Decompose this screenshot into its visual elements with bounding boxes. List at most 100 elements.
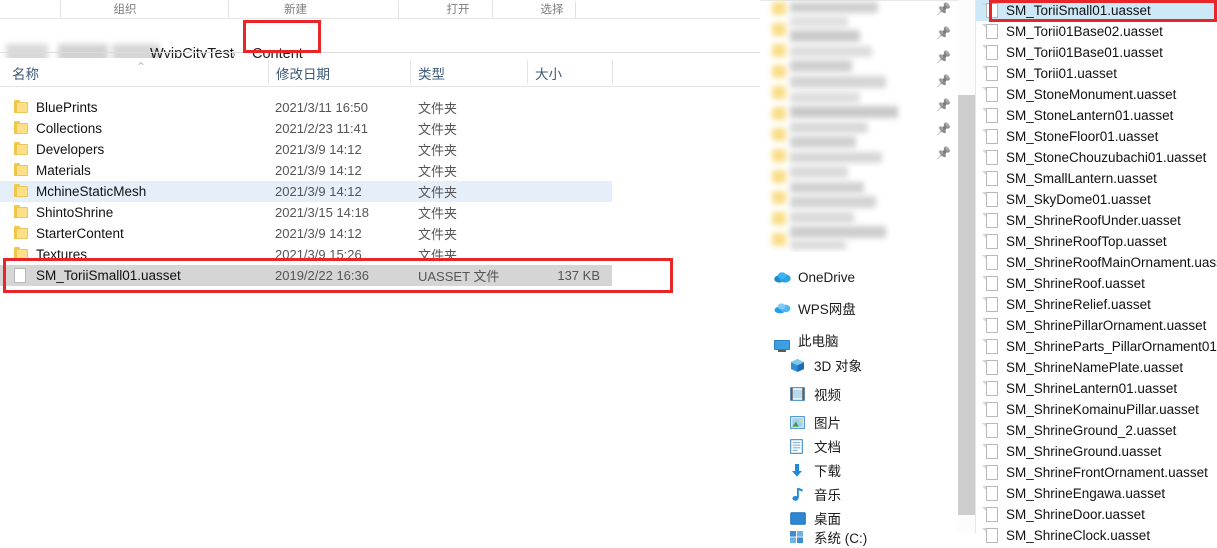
navigation-pane[interactable]: 📌 📌 📌 📌 📌 📌 📌 OneDrive WPS网盘 此电脑 3D 对象 视频 图片 文档 下载 音乐桌… (760, 0, 958, 546)
pin-icon[interactable]: 📌 (936, 50, 951, 64)
pin-icon[interactable]: 📌 (936, 2, 951, 16)
file-date: 2019/2/22 16:36 (275, 268, 369, 283)
folder-icon (14, 226, 29, 240)
pin-icon[interactable]: 📌 (936, 122, 951, 136)
list-item[interactable]: SM_Torii01.uasset (976, 63, 1217, 84)
file-date: 2021/3/11 16:50 (275, 100, 369, 115)
nav-item-this-pc-monitor[interactable]: 此电脑 (760, 329, 839, 352)
list-item[interactable]: SM_ShrineRoofTop.uasset (976, 231, 1217, 252)
pin-icon[interactable]: 📌 (936, 26, 951, 40)
nav-item-videos[interactable]: 视频 (760, 383, 841, 405)
list-item[interactable]: SM_ToriiSmall01.uasset (976, 0, 1217, 21)
asset-file-name: SM_ShrineRoofTop.uasset (1006, 234, 1167, 249)
nav-item-label: 文档 (814, 440, 841, 455)
table-row[interactable]: SM_ToriiSmall01.uasset 2019/2/22 16:36 UAS… (0, 265, 612, 286)
asset-file-name: SM_ShrinePillarOrnament.uasset (1006, 318, 1207, 333)
nav-item-wps-cloud[interactable]: WPS网盘 (760, 297, 856, 319)
asset-file-name: SM_Torii01Base01.uasset (1006, 45, 1163, 60)
table-row[interactable]: Textures 2021/3/9 15:26 文件夹 (0, 244, 612, 265)
asset-file-list[interactable]: SM_ToriiSmall01.uasset SM_Torii01Base02.u… (976, 0, 1217, 543)
downloads-icon (790, 463, 808, 478)
blurred-label (790, 2, 878, 13)
pin-icon[interactable]: 📌 (936, 74, 951, 88)
ribbon-group-1[interactable]: 组织 (60, 0, 190, 18)
asset-file-name: SM_StoneMonument.uasset (1006, 87, 1177, 102)
file-name: SM_ToriiSmall01.uasset (36, 268, 181, 283)
list-item[interactable]: SM_StoneLantern01.uasset (976, 105, 1217, 126)
blurred-folder-icon (772, 107, 786, 120)
folder-icon (14, 142, 29, 156)
file-name: ShintoShrine (36, 205, 114, 220)
asset-file-name: SM_ShrineParts_PillarOrnament01.u (1006, 339, 1217, 354)
address-bar[interactable]: WvipCityTest › Content (0, 19, 760, 66)
asset-file-name: SM_StoneChouzubachi01.uasset (1006, 150, 1207, 165)
nav-item-downloads[interactable]: 下载 (760, 459, 841, 481)
table-row[interactable]: BluePrints 2021/3/11 16:50 文件夹 (0, 97, 612, 118)
list-item[interactable]: SM_StoneMonument.uasset (976, 84, 1217, 105)
asset-file-name: SM_ShrineLantern01.uasset (1006, 381, 1178, 396)
nav-item-local-disk[interactable]: 系统 (C:) (760, 526, 867, 548)
table-row[interactable]: ShintoShrine 2021/3/15 14:18 文件夹 (0, 202, 612, 223)
table-row[interactable]: MchineStaticMesh 2021/3/9 14:12 文件夹 (0, 181, 612, 202)
list-item[interactable]: SM_Torii01Base02.uasset (976, 21, 1217, 42)
nav-item-label: 3D 对象 (814, 359, 863, 374)
column-divider-1[interactable] (268, 60, 269, 84)
list-item[interactable]: SM_ShrineGround.uasset (976, 441, 1217, 462)
list-item[interactable]: SM_ShrineEngawa.uasset (976, 483, 1217, 504)
list-item[interactable]: SM_ShrineRelief.uasset (976, 294, 1217, 315)
table-row[interactable]: Developers 2021/3/9 14:12 文件夹 (0, 139, 612, 160)
list-item[interactable]: SM_ShrineRoofUnder.uasset (976, 210, 1217, 231)
file-type: 文件夹 (418, 185, 458, 200)
list-item[interactable]: SM_ShrinePillarOrnament.uasset (976, 315, 1217, 336)
table-row[interactable]: StarterContent 2021/3/9 14:12 文件夹 (0, 223, 612, 244)
list-item[interactable]: SM_ShrineRoof.uasset (976, 273, 1217, 294)
list-item[interactable]: SM_Torii01Base01.uasset (976, 42, 1217, 63)
list-item[interactable]: SM_ShrineNamePlate.uasset (976, 357, 1217, 378)
column-divider-2[interactable] (410, 60, 411, 84)
list-item[interactable]: SM_ShrineGround_2.uasset (976, 420, 1217, 441)
blurred-label (790, 106, 898, 118)
file-type: 文件夹 (418, 122, 458, 137)
column-divider-3[interactable] (527, 60, 528, 84)
list-item[interactable]: SM_ShrineFrontOrnament.uasset (976, 462, 1217, 483)
column-divider-4[interactable] (612, 60, 613, 84)
document-icon (10, 268, 29, 283)
blurred-label (790, 166, 848, 178)
nav-item-3d-objects[interactable]: 3D 对象 (760, 354, 862, 376)
table-row[interactable]: Collections 2021/2/23 11:41 文件夹 (0, 118, 612, 139)
ribbon-group-4[interactable]: 选择 (492, 0, 612, 18)
list-item[interactable]: SM_ShrineLantern01.uasset (976, 378, 1217, 399)
list-item[interactable]: SM_ShrineParts_PillarOrnament01.u (976, 336, 1217, 357)
videos-icon (790, 387, 808, 401)
list-item[interactable]: SM_StoneChouzubachi01.uasset (976, 147, 1217, 168)
file-name: BluePrints (36, 100, 98, 115)
nav-item-label: 系统 (C:) (814, 531, 868, 546)
nav-item-onedrive-cloud[interactable]: OneDrive (760, 266, 855, 288)
column-header-date[interactable]: 修改日期 (276, 63, 330, 83)
column-header-size[interactable]: 大小 (535, 63, 562, 83)
list-item[interactable]: SM_SkyDome01.uasset (976, 189, 1217, 210)
nav-item-music[interactable]: 音乐 (760, 483, 841, 505)
asset-file-name: SM_ShrineFrontOrnament.uasset (1006, 465, 1208, 480)
nav-item-documents[interactable]: 文档 (760, 435, 841, 457)
table-row[interactable]: Materials 2021/3/9 14:12 文件夹 (0, 160, 612, 181)
nav-item-pictures[interactable]: 图片 (760, 411, 841, 433)
list-item[interactable]: SM_SmallLantern.uasset (976, 168, 1217, 189)
asset-file-name: SM_ShrineNamePlate.uasset (1006, 360, 1184, 375)
asset-file-name: SM_ShrineRoofMainOrnament.uass (1006, 255, 1217, 270)
nav-scrollbar-thumb[interactable] (958, 95, 975, 515)
pin-icon[interactable]: 📌 (936, 98, 951, 112)
column-header-name[interactable]: 名称 (12, 63, 39, 83)
file-date: 2021/3/9 14:12 (275, 142, 362, 157)
list-item[interactable]: SM_StoneFloor01.uasset (976, 126, 1217, 147)
list-item[interactable]: SM_ShrineKomainuPillar.uasset (976, 399, 1217, 420)
pin-icon[interactable]: 📌 (936, 146, 951, 160)
list-item[interactable]: SM_ShrineDoor.uasset (976, 504, 1217, 525)
column-header-type[interactable]: 类型 (418, 63, 445, 83)
list-item[interactable]: SM_ShrineClock.uasset (976, 525, 1217, 546)
list-item[interactable]: SM_ShrineRoofMainOrnament.uass (976, 252, 1217, 273)
blurred-folder-icon (772, 128, 786, 141)
folder-icon (14, 184, 29, 198)
ribbon-group-2[interactable]: 新建 (228, 0, 363, 18)
column-header-divider (0, 86, 760, 87)
